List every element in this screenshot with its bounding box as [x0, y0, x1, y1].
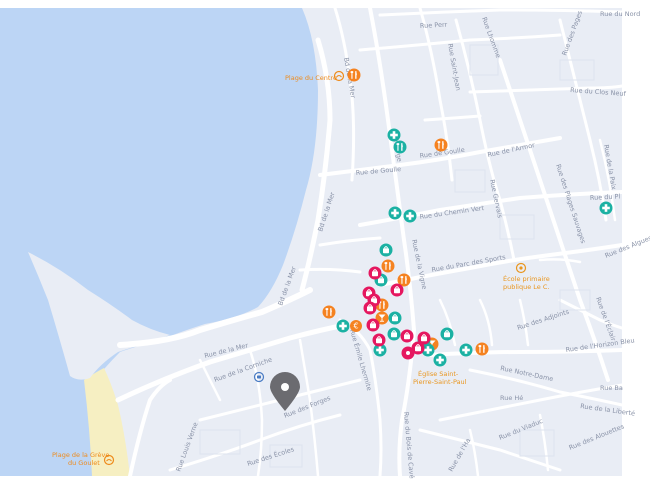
restaurant-icon[interactable] — [381, 259, 395, 273]
shop-icon[interactable] — [440, 327, 454, 341]
bank-icon[interactable] — [350, 320, 362, 332]
restaurant-icon[interactable] — [475, 342, 489, 356]
street-rue-pl: Rue du Pl — [590, 192, 621, 202]
restaurant-icon[interactable] — [347, 68, 361, 82]
map-canvas[interactable]: € — [0, 0, 650, 487]
map-margin-top — [0, 0, 650, 8]
pharmacy-icon[interactable] — [403, 209, 417, 223]
shop-icon[interactable] — [363, 301, 377, 315]
place-label-eglise-line2: Pierre-Saint-Paul — [413, 378, 467, 386]
restaurant-icon[interactable] — [434, 138, 448, 152]
street-rue-ba: Rue Ba — [600, 384, 623, 392]
place-label-ecole-line2: publique Le C. — [503, 283, 549, 291]
shop-icon[interactable] — [372, 333, 386, 347]
shop-icon[interactable] — [379, 243, 393, 257]
place-label-ecole-line1: École primaire — [503, 274, 550, 283]
shop-icon[interactable] — [400, 329, 414, 343]
pharmacy-icon[interactable] — [388, 206, 402, 220]
street-rue-he: Rue Hé — [500, 394, 523, 402]
restaurant-icon[interactable] — [322, 305, 336, 319]
shop-icon[interactable] — [366, 318, 380, 332]
pharmacy-icon[interactable] — [433, 353, 447, 367]
place-label-plage-greve-line1: Plage de la Grève — [52, 451, 109, 459]
shop-icon[interactable] — [388, 311, 402, 325]
pharmacy-icon[interactable] — [387, 128, 401, 142]
place-label-eglise-line1: Église Saint- — [418, 369, 459, 378]
shop-icon[interactable] — [387, 327, 401, 341]
shop-icon[interactable] — [401, 346, 415, 360]
place-label-plage-du-centre: Plage du Centre — [285, 74, 337, 82]
shop-icon[interactable] — [368, 266, 382, 280]
pharmacy-icon[interactable] — [459, 343, 473, 357]
shop-icon[interactable] — [390, 283, 404, 297]
street-rue-perr: Rue Perr — [420, 21, 448, 30]
map-margin-bottom — [0, 476, 650, 487]
pharmacy-icon[interactable] — [599, 201, 613, 215]
pharmacy-icon[interactable] — [393, 140, 407, 154]
place-label-plage-greve-line2: du Goulet — [68, 459, 100, 467]
street-rue-nord: Rue du Nord — [600, 10, 640, 18]
pharmacy-icon[interactable] — [336, 319, 350, 333]
